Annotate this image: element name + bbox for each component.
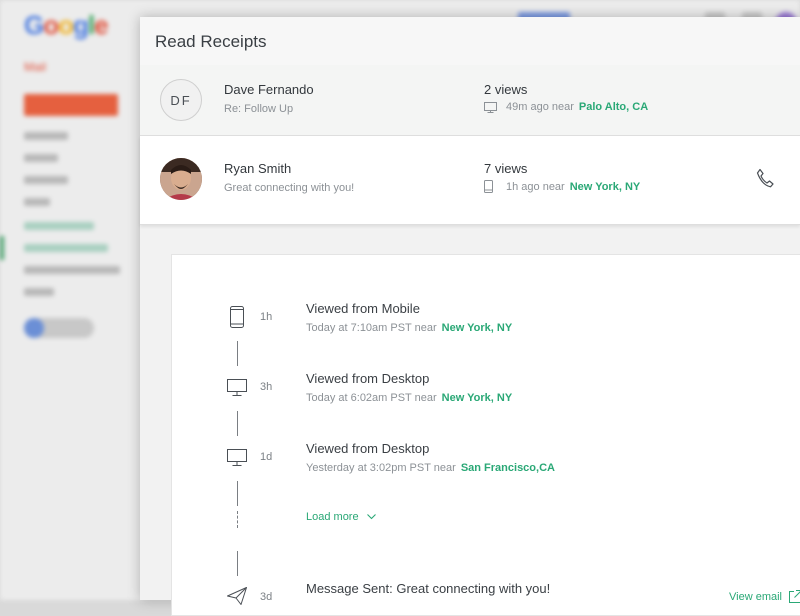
nav-item xyxy=(24,244,108,252)
email-subject: Great connecting with you! xyxy=(224,182,354,194)
avatar-initials: DF xyxy=(160,79,202,121)
receipt-row[interactable]: DF Dave Fernando Re: Follow Up 2 views 4… xyxy=(140,65,800,136)
nav-item xyxy=(24,198,50,206)
event-title: Message Sent: Great connecting with you! xyxy=(306,581,550,596)
timeline-connector xyxy=(237,411,238,436)
nav-item xyxy=(24,132,68,140)
mobile-icon xyxy=(484,180,498,193)
recipient-name: Ryan Smith xyxy=(224,161,291,176)
event-time: 1h xyxy=(260,311,272,323)
email-subject: Re: Follow Up xyxy=(224,103,293,115)
timeline-connector xyxy=(237,481,238,506)
event-location[interactable]: New York, NY xyxy=(442,322,513,334)
view-detail: 49m ago near Palo Alto, CA xyxy=(484,101,648,113)
modal-title: Read Receipts xyxy=(155,32,267,52)
event-title: Viewed from Mobile xyxy=(306,301,420,316)
hangouts-pill xyxy=(24,318,94,338)
mobile-icon xyxy=(227,306,247,328)
event-location[interactable]: New York, NY xyxy=(442,392,513,404)
recipient-name: Dave Fernando xyxy=(224,82,314,97)
timeline-connector-dashed xyxy=(237,511,238,528)
event-time: 1d xyxy=(260,451,272,463)
receipt-row[interactable]: Ryan Smith Great connecting with you! 7 … xyxy=(140,136,800,225)
modal-header: Read Receipts xyxy=(140,17,800,66)
view-ago: 1h ago near xyxy=(506,181,565,193)
event-title: Viewed from Desktop xyxy=(306,441,429,456)
nav-item xyxy=(24,222,94,230)
read-receipts-modal: Read Receipts DF Dave Fernando Re: Follo… xyxy=(140,17,800,600)
nav-item xyxy=(24,266,120,274)
view-location[interactable]: New York, NY xyxy=(570,181,641,193)
timeline-connector xyxy=(237,341,238,366)
timeline-card: 1h Viewed from Mobile Today at 7:10am PS… xyxy=(171,254,800,616)
view-location[interactable]: Palo Alto, CA xyxy=(579,101,648,113)
compose-button xyxy=(24,94,118,116)
view-count: 2 views xyxy=(484,82,527,97)
event-time: 3d xyxy=(260,591,272,603)
view-email-link[interactable]: View email xyxy=(729,590,800,604)
view-count: 7 views xyxy=(484,161,527,176)
nav-item xyxy=(24,176,68,184)
google-logo: Google xyxy=(24,10,108,41)
view-ago: 49m ago near xyxy=(506,101,574,113)
nav-active-marker xyxy=(0,236,4,260)
event-location[interactable]: San Francisco,CA xyxy=(461,462,555,474)
load-more-button[interactable]: Load more xyxy=(306,511,376,523)
avatar-photo xyxy=(160,158,202,200)
desktop-icon xyxy=(484,102,498,113)
event-detail: Today at 7:10am PST nearNew York, NY xyxy=(306,322,512,334)
send-icon xyxy=(227,587,247,605)
nav-item xyxy=(24,154,58,162)
desktop-icon xyxy=(227,379,247,396)
event-detail: Today at 6:02am PST nearNew York, NY xyxy=(306,392,512,404)
view-detail: 1h ago near New York, NY xyxy=(484,180,640,193)
chevron-down-icon xyxy=(367,514,376,520)
event-detail: Yesterday at 3:02pm PST nearSan Francisc… xyxy=(306,462,555,474)
nav-item xyxy=(24,288,54,296)
desktop-icon xyxy=(227,449,247,466)
mail-label: Mail xyxy=(24,60,46,74)
event-title: Viewed from Desktop xyxy=(306,371,429,386)
timeline-connector xyxy=(237,551,238,576)
phone-icon[interactable] xyxy=(756,168,774,193)
external-link-icon xyxy=(788,590,800,604)
event-time: 3h xyxy=(260,381,272,393)
